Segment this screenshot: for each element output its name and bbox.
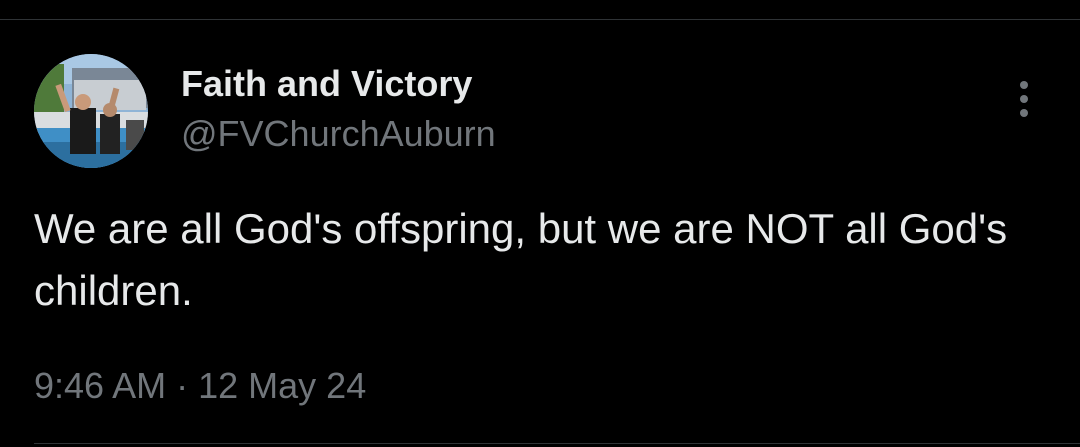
author-handle[interactable]: @FVChurchAuburn: [181, 114, 496, 154]
tweet-text: We are all God's offspring, but we are N…: [34, 205, 1008, 314]
avatar[interactable]: [34, 54, 148, 168]
bottom-divider: [34, 443, 1080, 444]
more-options-button[interactable]: [1006, 78, 1042, 120]
top-divider: [0, 19, 1080, 20]
meta-separator: ·: [176, 365, 189, 406]
avatar-image: [34, 54, 148, 168]
tweet-date[interactable]: 12 May 24: [198, 365, 366, 406]
tweet-meta: 9:46 AM · 12 May 24: [34, 366, 366, 406]
more-vertical-icon: [1020, 81, 1028, 117]
author-display-name[interactable]: Faith and Victory: [181, 64, 472, 104]
tweet-time[interactable]: 9:46 AM: [34, 365, 166, 406]
